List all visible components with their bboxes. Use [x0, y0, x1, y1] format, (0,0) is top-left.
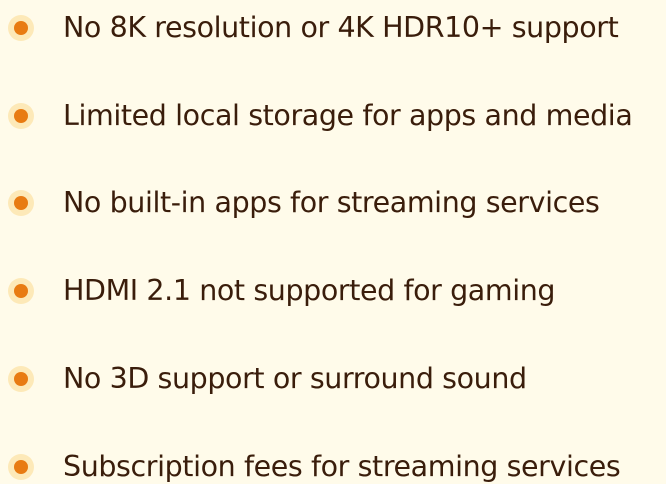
list-item: Limited local storage for apps and media: [0, 96, 666, 136]
list-item: No built-in apps for streaming services: [0, 183, 666, 223]
list-item-label: Limited local storage for apps and media: [63, 98, 633, 132]
bullet-dot-icon: [8, 103, 34, 129]
bullet-dot-icon: [8, 190, 34, 216]
bullet-dot-icon: [8, 454, 34, 480]
bullet-dot-icon: [8, 15, 34, 41]
bullet-dot-icon: [8, 278, 34, 304]
list-item-label: Subscription fees for streaming services: [63, 449, 621, 483]
list-item-label: No built-in apps for streaming services: [63, 185, 600, 219]
list-item-label: No 8K resolution or 4K HDR10+ support: [63, 10, 619, 44]
list-item: Subscription fees for streaming services: [0, 447, 666, 484]
bullet-dot-icon: [8, 366, 34, 392]
list-item: No 3D support or surround sound: [0, 359, 666, 399]
list-item: HDMI 2.1 not supported for gaming: [0, 271, 666, 311]
list-item-label: No 3D support or surround sound: [63, 361, 527, 395]
list-item: No 8K resolution or 4K HDR10+ support: [0, 8, 666, 48]
list-item-label: HDMI 2.1 not supported for gaming: [63, 273, 556, 307]
cons-list-page: No 8K resolution or 4K HDR10+ support Li…: [0, 0, 666, 484]
